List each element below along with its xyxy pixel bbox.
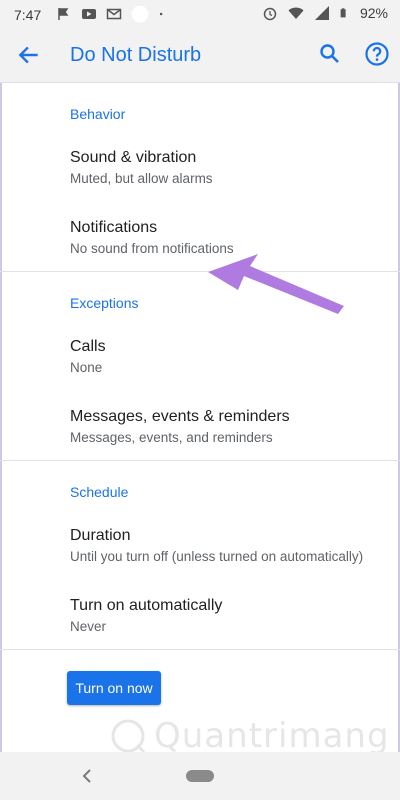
item-title: Sound & vibration	[70, 149, 197, 166]
youtube-icon	[82, 9, 96, 19]
annotation-arrow-icon	[208, 254, 344, 314]
help-icon[interactable]	[364, 41, 390, 67]
page-title: Do Not Disturb	[70, 44, 202, 66]
watermark-logo-icon	[111, 719, 146, 754]
battery-percent: 92%	[359, 5, 388, 21]
status-time: 7:47	[14, 7, 42, 23]
section-header-exceptions: Exceptions	[70, 295, 139, 311]
battery-icon	[340, 8, 346, 18]
nav-home-pill[interactable]	[186, 770, 214, 782]
mail-icon	[106, 8, 122, 20]
divider	[0, 460, 400, 461]
app-bar: Do Not Disturb	[0, 30, 400, 83]
item-subtitle: Muted, but allow alarms	[70, 171, 213, 186]
wifi-icon	[288, 7, 304, 19]
search-icon[interactable]	[318, 42, 342, 66]
item-title: Notifications	[70, 219, 158, 236]
watermark-text: Quantrimang	[154, 716, 390, 756]
circle-icon	[131, 5, 149, 23]
item-subtitle: Messages, events, and reminders	[70, 430, 273, 445]
status-notification-icons	[56, 5, 168, 23]
navigation-bar	[0, 752, 400, 800]
setting-calls[interactable]: Calls None	[70, 337, 390, 377]
item-title: Calls	[70, 338, 106, 355]
frame-edge-left	[0, 0, 2, 800]
divider	[0, 649, 400, 650]
nav-back-icon[interactable]	[80, 766, 94, 786]
item-subtitle: Never	[70, 619, 107, 634]
section-header-behavior: Behavior	[70, 106, 126, 122]
setting-duration[interactable]: Duration Until you turn off (unless turn…	[70, 526, 390, 566]
item-subtitle: Until you turn off (unless turned on aut…	[70, 549, 364, 564]
item-title: Messages, events & reminders	[70, 408, 290, 425]
item-title: Duration	[70, 527, 131, 544]
status-system-icons: 92%	[262, 5, 388, 21]
dot-icon	[159, 12, 163, 16]
item-subtitle: None	[70, 360, 103, 375]
setting-sound-vibration[interactable]: Sound & vibration Muted, but allow alarm…	[70, 148, 390, 188]
turn-on-now-button[interactable]: Turn on now	[67, 671, 161, 705]
setting-messages-events-reminders[interactable]: Messages, events & reminders Messages, e…	[70, 407, 390, 447]
setting-turn-on-automatically[interactable]: Turn on automatically Never	[70, 596, 390, 636]
back-arrow-icon[interactable]	[16, 42, 42, 68]
alarm-icon	[263, 7, 277, 21]
watermark: Quantrimang	[108, 716, 390, 756]
section-header-schedule: Schedule	[70, 484, 129, 500]
status-bar: 7:47 92%	[0, 0, 400, 30]
item-title: Turn on automatically	[70, 597, 223, 614]
signal-icon	[314, 6, 329, 20]
flag-icon	[58, 8, 69, 20]
